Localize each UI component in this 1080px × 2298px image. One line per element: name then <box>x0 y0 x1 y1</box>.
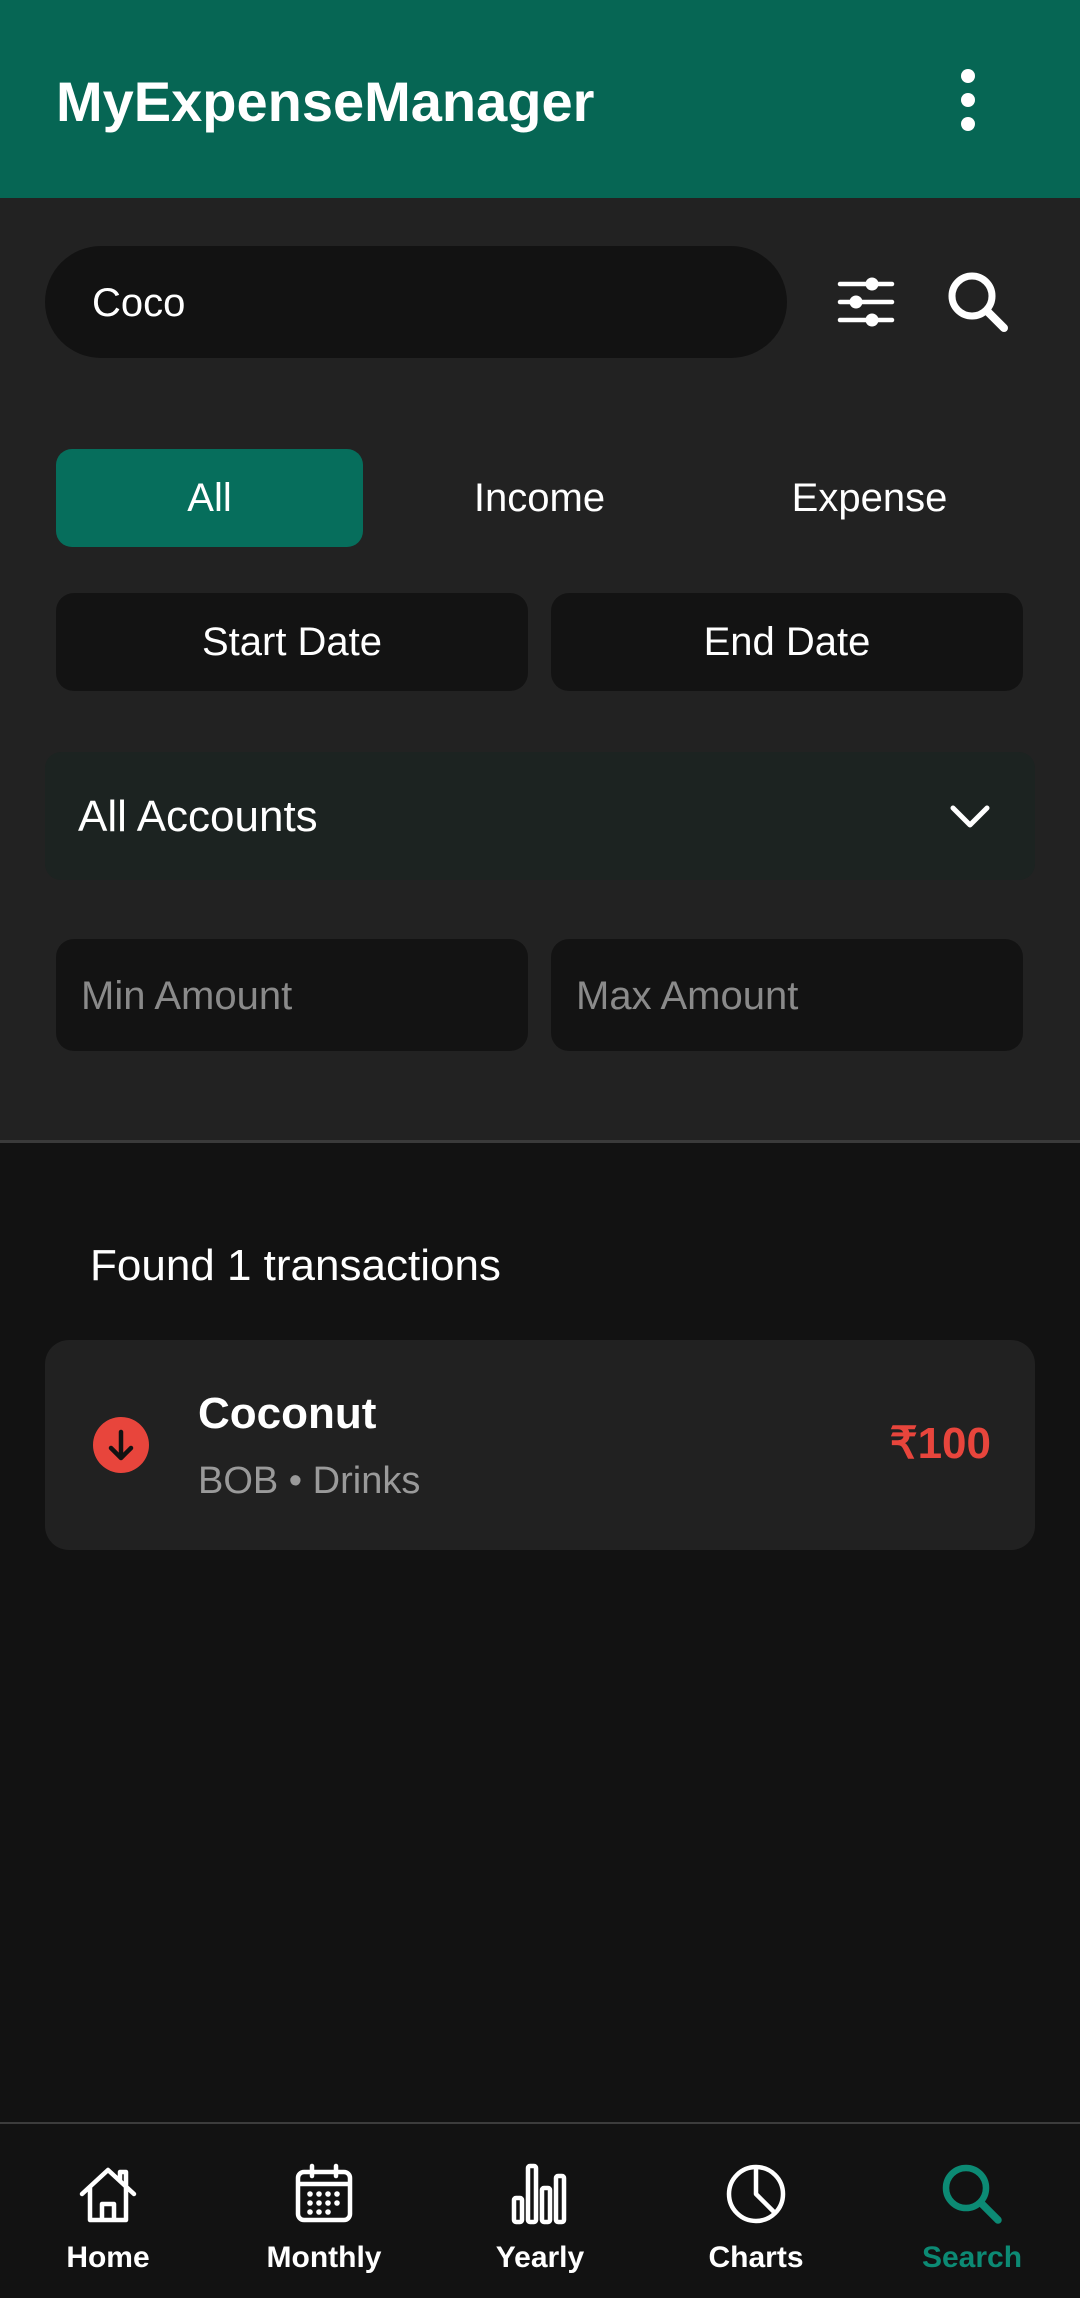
nav-search-label: Search <box>921 2241 1023 2274</box>
filter-income-button[interactable]: Income <box>386 449 693 547</box>
divider <box>0 1140 1080 1143</box>
nav-search[interactable]: Search <box>864 2124 1080 2298</box>
transaction-card[interactable]: Coconut BOB • Drinks ₹100 <box>45 1340 1035 1550</box>
nav-yearly[interactable]: Yearly <box>432 2124 648 2298</box>
nav-home-label: Home <box>66 2241 150 2274</box>
account-dropdown-value: All Accounts <box>78 792 318 841</box>
search-icon <box>948 272 1008 332</box>
more-vert-icon <box>961 69 975 83</box>
calendar-icon <box>295 2163 353 2223</box>
nav-monthly[interactable]: Monthly <box>216 2124 432 2298</box>
max-amount-input[interactable] <box>574 969 998 1023</box>
nav-monthly-label: Monthly <box>266 2241 382 2274</box>
filter-expense-button[interactable]: Expense <box>716 449 1023 547</box>
filter-toggle-button[interactable] <box>828 264 904 340</box>
transaction-amount: ₹100 <box>889 1419 991 1468</box>
min-amount-field[interactable] <box>56 939 528 1051</box>
expense-arrow-down-icon <box>93 1417 149 1473</box>
start-date-button[interactable]: Start Date <box>56 593 528 691</box>
min-amount-input[interactable] <box>79 969 503 1023</box>
chevron-down-icon <box>950 805 990 828</box>
home-icon <box>79 2167 137 2223</box>
nav-charts[interactable]: Charts <box>648 2124 864 2298</box>
account-dropdown[interactable]: All Accounts <box>45 752 1035 880</box>
bottom-navigation: Home Monthly Yearly Charts Search <box>0 2122 1080 2298</box>
search-box[interactable] <box>45 246 787 358</box>
bar-chart-icon <box>511 2163 567 2225</box>
transaction-title: Coconut <box>198 1389 377 1438</box>
app-title: MyExpenseManager <box>56 70 595 133</box>
filter-all-button[interactable]: All <box>56 449 363 547</box>
app-bar: MyExpenseManager <box>0 0 1080 198</box>
pie-chart-icon <box>726 2164 786 2224</box>
search-input[interactable] <box>90 276 734 330</box>
search-button[interactable] <box>940 264 1016 340</box>
transaction-subtitle: BOB • Drinks <box>198 1460 421 1502</box>
end-date-button[interactable]: End Date <box>551 593 1023 691</box>
more-options-button[interactable] <box>936 60 1000 140</box>
nav-charts-label: Charts <box>708 2241 804 2274</box>
max-amount-field[interactable] <box>551 939 1023 1051</box>
results-summary: Found 1 transactions <box>90 1241 501 1290</box>
search-icon <box>942 2164 1002 2224</box>
nav-yearly-label: Yearly <box>495 2241 585 2274</box>
nav-home[interactable]: Home <box>0 2124 216 2298</box>
tune-icon <box>837 277 895 327</box>
